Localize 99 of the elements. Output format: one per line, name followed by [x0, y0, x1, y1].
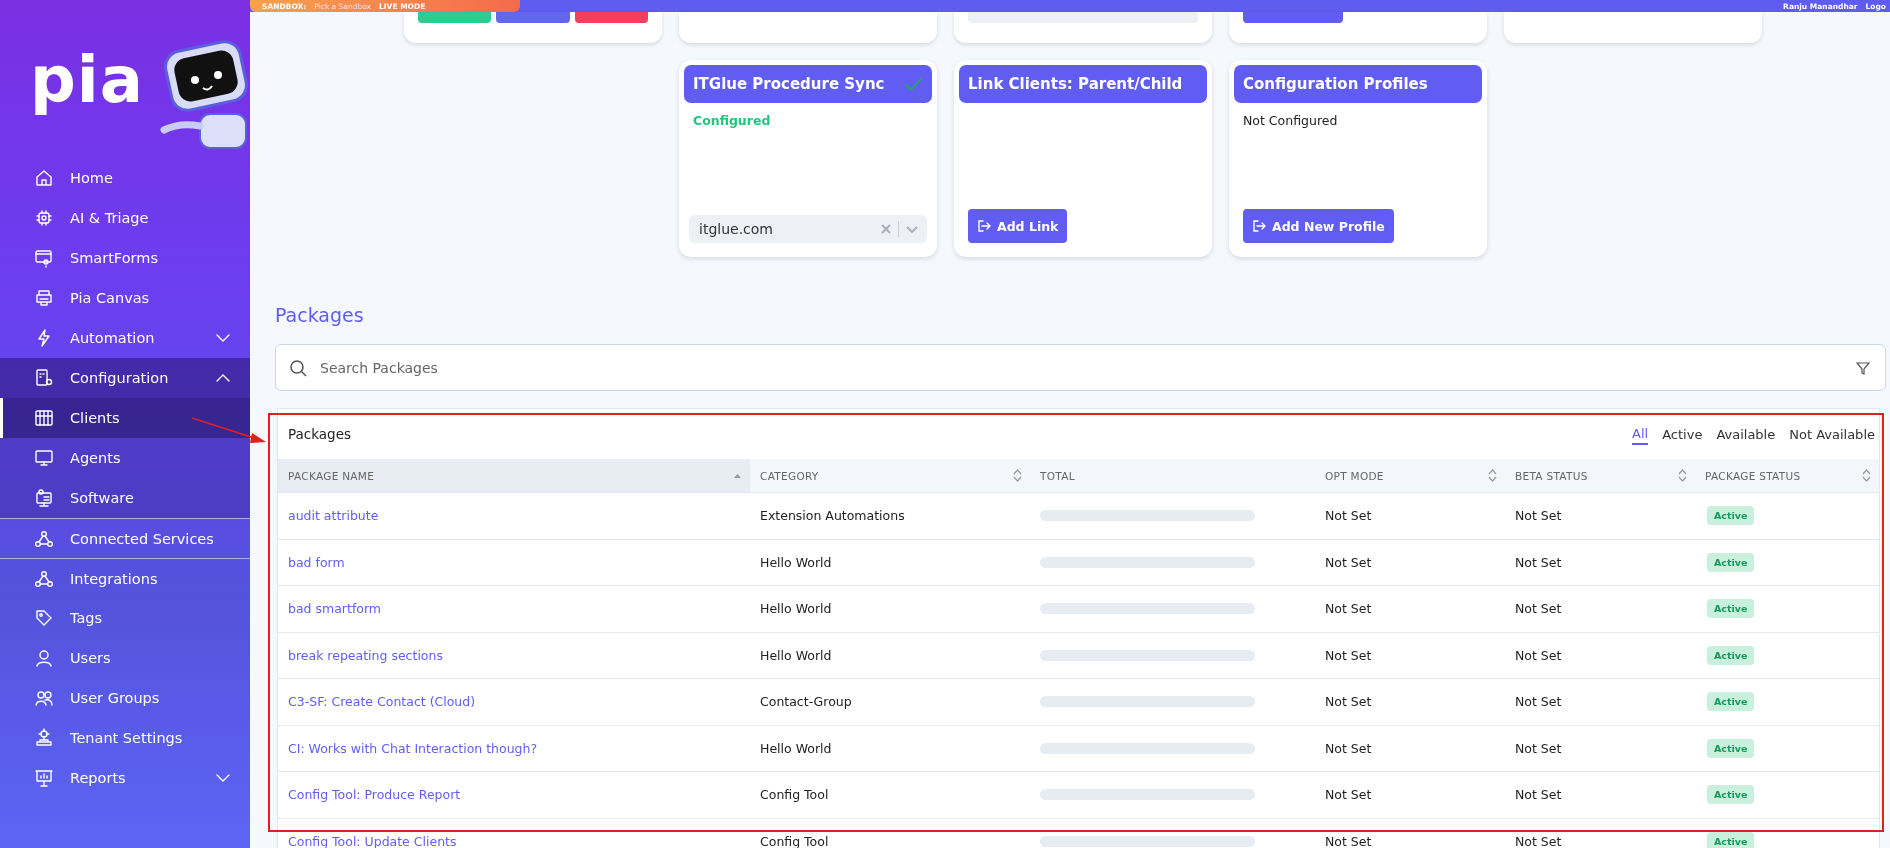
- status-badge: Active: [1707, 738, 1755, 758]
- package-link[interactable]: Config Tool: Update Clients: [278, 833, 750, 848]
- select-field[interactable]: itglue.com: [689, 215, 927, 243]
- printer-icon: [34, 288, 54, 308]
- table-cell-text: Not Set: [1324, 508, 1373, 524]
- column-header[interactable]: TOTAL: [1030, 459, 1315, 492]
- package-link[interactable]: CI: Works with Chat Interaction though?: [278, 740, 750, 756]
- nav-item[interactable]: SmartForms: [0, 238, 250, 278]
- window-icon: [34, 248, 54, 268]
- search-field[interactable]: Search Packages: [275, 344, 1886, 391]
- status-badge: Active: [1707, 599, 1755, 619]
- columns-icon: [34, 408, 54, 428]
- filter-tab[interactable]: All: [1632, 423, 1649, 445]
- table-cell-text: Not Set: [1514, 601, 1563, 617]
- status-badge: Active: [1707, 785, 1755, 805]
- table-title: Packages: [288, 426, 351, 442]
- status-badge: Active: [1707, 552, 1755, 572]
- column-header[interactable]: CATEGORY: [750, 459, 1030, 492]
- house-icon: [34, 168, 54, 188]
- clear-icon: [880, 223, 892, 235]
- nav-item[interactable]: Software: [0, 478, 250, 518]
- presentation-icon: [34, 768, 54, 788]
- table-cell-text: Hello World: [759, 601, 833, 617]
- nav-item[interactable]: Clients: [0, 398, 250, 438]
- table-cell-text: Hello World: [759, 647, 833, 663]
- card-title-text: Configuration Profiles: [1243, 75, 1428, 93]
- table-cell-text: Not Set: [1514, 508, 1563, 524]
- table-cell-text: Not Set: [1514, 787, 1563, 803]
- card-title-text: Link Clients: Parent/Child: [968, 75, 1183, 93]
- nav-item[interactable]: Pia Canvas: [0, 278, 250, 318]
- table-cell-text: Config Tool: [759, 833, 830, 848]
- filter-tab[interactable]: Not Available: [1789, 423, 1875, 445]
- nav-item[interactable]: AI & Triage: [0, 198, 250, 238]
- filter-tab[interactable]: Available: [1716, 423, 1776, 445]
- nav-item[interactable]: Integrations: [0, 558, 250, 598]
- table-cell-text: Not Set: [1514, 647, 1563, 663]
- monitor-gear-icon: [34, 488, 54, 508]
- status-badge: Active: [1707, 692, 1755, 712]
- table-cell-text: Not Set: [1514, 694, 1563, 710]
- nav-item[interactable]: Tenant Settings: [0, 718, 250, 758]
- user-icon: [34, 648, 54, 668]
- table-cell-text: Not Set: [1324, 694, 1373, 710]
- package-link[interactable]: bad form: [278, 554, 750, 570]
- column-header[interactable]: PACKAGE NAME: [278, 459, 750, 492]
- table-cell-text: Not Set: [1324, 740, 1373, 756]
- table-cell-text: Hello World: [759, 740, 833, 756]
- package-link[interactable]: Config Tool: Produce Report: [278, 787, 750, 803]
- add-button[interactable]: Add Link: [968, 209, 1068, 243]
- users-icon: [34, 688, 54, 708]
- status-badge: Active: [1707, 645, 1755, 665]
- table-cell-text: Not Set: [1514, 554, 1563, 570]
- card-title-text: ITGlue Procedure Sync: [693, 75, 885, 93]
- table-cell-text: Hello World: [759, 554, 833, 570]
- table-cell-text: Not Set: [1324, 554, 1373, 570]
- table-cell-text: Not Set: [1324, 787, 1373, 803]
- network-icon: [34, 568, 54, 589]
- package-link[interactable]: break repeating sections: [278, 647, 750, 663]
- table-cell-text: Not Set: [1324, 833, 1373, 848]
- action-button[interactable]: [1243, 12, 1343, 23]
- nav-item[interactable]: Users: [0, 638, 250, 678]
- action-button[interactable]: [496, 12, 570, 23]
- table-cell-text: Extension Automations: [759, 508, 906, 524]
- network-icon: [34, 528, 54, 549]
- input-field[interactable]: [968, 12, 1198, 23]
- package-link[interactable]: bad smartform: [278, 601, 750, 617]
- nav-item[interactable]: Automation: [0, 318, 250, 358]
- status-text: Configured: [693, 113, 772, 128]
- table-cell-text: Not Set: [1324, 647, 1373, 663]
- add-button[interactable]: Add New Profile: [1243, 209, 1394, 243]
- nav-item[interactable]: Tags: [0, 598, 250, 638]
- table-cell-text: Not Set: [1514, 833, 1563, 848]
- package-link[interactable]: audit attribute: [278, 508, 750, 524]
- filter-icon: [1856, 361, 1870, 375]
- column-header[interactable]: OPT MODE: [1315, 459, 1505, 492]
- filter-tab[interactable]: Active: [1662, 423, 1703, 445]
- column-header[interactable]: BETA STATUS: [1505, 459, 1695, 492]
- column-header[interactable]: PACKAGE STATUS: [1695, 459, 1879, 492]
- table-cell-text: Contact-Group: [759, 694, 853, 710]
- package-link[interactable]: C3-SF: Create Contact (Cloud): [278, 694, 750, 710]
- action-button[interactable]: [418, 12, 492, 23]
- table-cell-text: Config Tool: [759, 787, 830, 803]
- chevron-icon: [905, 223, 919, 235]
- exit-arrow-icon: [1252, 219, 1266, 233]
- nav-item[interactable]: User Groups: [0, 678, 250, 718]
- nav-item[interactable]: Reports: [0, 758, 250, 798]
- chip-icon: [34, 208, 54, 228]
- nav-item[interactable]: Connected Services: [0, 518, 250, 558]
- status-badge: Active: [1707, 506, 1755, 526]
- exit-arrow-icon: [977, 219, 991, 233]
- table-cell-text: Not Set: [1324, 601, 1373, 617]
- nav-item[interactable]: Configuration: [0, 358, 250, 398]
- monitor-icon: [34, 448, 54, 468]
- nav-item[interactable]: Home: [0, 158, 250, 198]
- tag-icon: [34, 608, 54, 628]
- nav-item[interactable]: Agents: [0, 438, 250, 478]
- table-cell-text: Not Set: [1514, 740, 1563, 756]
- status-text: Not Configured: [1243, 113, 1339, 128]
- action-button[interactable]: [574, 12, 648, 23]
- section-heading: Packages: [275, 304, 365, 328]
